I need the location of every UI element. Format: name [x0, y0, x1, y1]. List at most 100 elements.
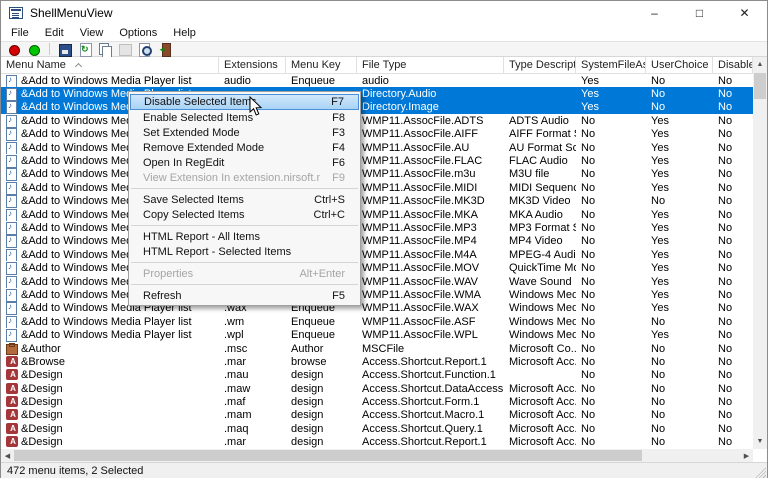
table-header: Menu Name Extensions Menu Key File Type	[1, 57, 767, 74]
menu-item-html-report-selected[interactable]: HTML Report - Selected Items	[130, 244, 359, 259]
disable-items-icon[interactable]	[7, 43, 21, 56]
context-menu-item[interactable]	[130, 185, 359, 192]
menu-item-html-report-all[interactable]: HTML Report - All Items	[130, 229, 359, 244]
file-type-icon	[6, 356, 17, 368]
close-button[interactable]: ✕	[722, 1, 767, 25]
menubar-item[interactable]: Edit	[37, 27, 72, 39]
table-row[interactable]: &Design .maw design Access.Shortcut.Data…	[1, 382, 753, 395]
column-header[interactable]: SystemFileAss...	[576, 57, 646, 73]
table-row[interactable]: &Design .mar design Access.Shortcut.Repo…	[1, 436, 753, 449]
column-header[interactable]: File Type	[357, 57, 504, 73]
context-menu: Disable Selected Items F7 Enable Selecte…	[128, 91, 361, 306]
vertical-scrollbar[interactable]: ▲ ▼	[753, 57, 767, 449]
table-row[interactable]: &Add to Windows Media Player list .wpl E…	[1, 328, 753, 341]
scroll-down-icon[interactable]: ▼	[753, 434, 767, 449]
column-header[interactable]: Type Description	[504, 57, 576, 73]
table-row[interactable]: &Add to Windows Media Player list WMP11.…	[1, 168, 753, 181]
table-row[interactable]: &Add to Windows Media Player list WMP11.…	[1, 195, 753, 208]
context-menu-item[interactable]	[130, 259, 359, 266]
app-window: ShellMenuView – □ ✕ File Edit View Optio…	[0, 0, 768, 478]
menu-item-properties[interactable]: Properties Alt+Enter	[130, 266, 359, 281]
file-type-icon	[6, 409, 17, 421]
find-icon[interactable]	[138, 43, 152, 56]
menu-item-enable-selected[interactable]: Enable Selected Items F8	[130, 110, 359, 125]
menu-item-remove-extended-mode[interactable]: Remove Extended Mode F4	[130, 140, 359, 155]
file-type-icon	[6, 329, 17, 341]
minimize-button[interactable]: –	[632, 1, 677, 25]
menu-item-view-extension[interactable]: View Extension In extension.nirsoft.net …	[130, 170, 359, 185]
table-row[interactable]: &Design .maf design Access.Shortcut.Form…	[1, 395, 753, 408]
menubar-item[interactable]: Options	[111, 27, 165, 39]
context-menu-item[interactable]	[130, 281, 359, 288]
scroll-right-icon[interactable]: ▶	[740, 449, 753, 462]
scroll-up-icon[interactable]: ▲	[753, 57, 767, 72]
file-type-icon	[6, 262, 17, 274]
maximize-button[interactable]: □	[677, 1, 722, 25]
table-row[interactable]: &Browse .mar browse Access.Shortcut.Repo…	[1, 355, 753, 368]
vertical-scroll-thumb[interactable]	[754, 73, 766, 99]
table-row[interactable]: &Add to Windows Media Player list WMP11.…	[1, 221, 753, 234]
file-type-icon	[6, 235, 17, 247]
save-icon[interactable]	[58, 43, 72, 56]
menubar-item[interactable]: File	[3, 27, 37, 39]
menubar-item[interactable]: View	[72, 27, 112, 39]
column-header[interactable]: Menu Key	[286, 57, 357, 73]
scroll-left-icon[interactable]: ◀	[1, 449, 14, 462]
toolbar	[1, 41, 767, 57]
file-type-icon	[6, 316, 17, 328]
table-row[interactable]: &Add to Windows Media Player list WMP11.…	[1, 141, 753, 154]
menu-items-table: Menu Name Extensions Menu Key File Type	[1, 57, 767, 462]
column-header[interactable]: Extensions	[219, 57, 286, 73]
table-row[interactable]: &Add to Windows Media Player list WMP11.…	[1, 275, 753, 288]
column-header[interactable]: UserChoice Key	[646, 57, 713, 73]
menu-item-copy-selected[interactable]: Copy Selected Items Ctrl+C	[130, 207, 359, 222]
app-icon	[9, 7, 23, 19]
menubar-item[interactable]: Help	[165, 27, 204, 39]
table-row[interactable]: &Add to Windows Media Player list Direct…	[1, 87, 753, 100]
table-row[interactable]: &Add to Windows Media Player list WMP11.…	[1, 128, 753, 141]
table-row[interactable]: &Add to Windows Media Player list audio …	[1, 74, 753, 87]
table-row[interactable]: &Add to Windows Media Player list WMP11.…	[1, 208, 753, 221]
horizontal-scrollbar[interactable]: ◀ ▶	[1, 449, 753, 462]
menu-item-open-in-regedit[interactable]: Open In RegEdit F6	[130, 155, 359, 170]
menu-item-save-selected[interactable]: Save Selected Items Ctrl+S	[130, 192, 359, 207]
file-type-icon	[6, 115, 17, 127]
file-type-icon	[6, 142, 17, 154]
table-row[interactable]: &Add to Windows Media Player list Direct…	[1, 101, 753, 114]
table-row[interactable]: &Add to Windows Media Player list WMP11.…	[1, 181, 753, 194]
copy-icon[interactable]	[98, 43, 112, 56]
context-menu-item[interactable]	[130, 222, 359, 229]
enable-items-icon[interactable]	[27, 43, 41, 56]
table-row[interactable]: &Add to Windows Media Player list .wax E…	[1, 302, 753, 315]
column-header[interactable]: Disabled	[713, 57, 753, 73]
menu-bar: File Edit View Options Help	[1, 25, 767, 41]
table-row[interactable]: &Author .msc Author MSCFile Microsoft Co…	[1, 342, 753, 355]
file-type-icon	[6, 155, 17, 167]
table-row[interactable]: &Design .maq design Access.Shortcut.Quer…	[1, 422, 753, 435]
table-row[interactable]: &Add to Windows Media Player list WMP11.…	[1, 288, 753, 301]
exit-icon[interactable]	[158, 43, 172, 56]
table-row[interactable]: &Add to Windows Media Player list WMP11.…	[1, 154, 753, 167]
table-row[interactable]: &Add to Windows Media Player list WMP11.…	[1, 261, 753, 274]
table-row[interactable]: &Add to Windows Media Player list .wm En…	[1, 315, 753, 328]
file-type-icon	[6, 383, 17, 395]
menu-item-refresh[interactable]: Refresh F5	[130, 288, 359, 303]
table-row[interactable]: &Add to Windows Media Player list WMP11.…	[1, 235, 753, 248]
file-type-icon	[6, 289, 17, 301]
status-text: 472 menu items, 2 Selected	[7, 465, 143, 477]
file-type-icon	[6, 209, 17, 221]
menu-item-disable-selected[interactable]: Disable Selected Items F7	[130, 94, 359, 110]
file-type-icon	[6, 369, 17, 381]
table-row[interactable]: &Design .mam design Access.Shortcut.Macr…	[1, 409, 753, 422]
resize-grip[interactable]	[754, 466, 766, 478]
menu-item-set-extended-mode[interactable]: Set Extended Mode F3	[130, 125, 359, 140]
column-header[interactable]: Menu Name	[1, 57, 219, 73]
table-row[interactable]: &Design .mau design Access.Shortcut.Func…	[1, 369, 753, 382]
table-row[interactable]: &Add to Windows Media Player list WMP11.…	[1, 248, 753, 261]
file-type-icon	[6, 249, 17, 261]
horizontal-scroll-thumb[interactable]	[14, 450, 642, 461]
refresh-icon[interactable]	[78, 43, 92, 56]
table-row[interactable]: &Add to Windows Media Player list WMP11.…	[1, 114, 753, 127]
properties-icon[interactable]	[118, 43, 132, 56]
file-type-icon	[6, 302, 17, 314]
